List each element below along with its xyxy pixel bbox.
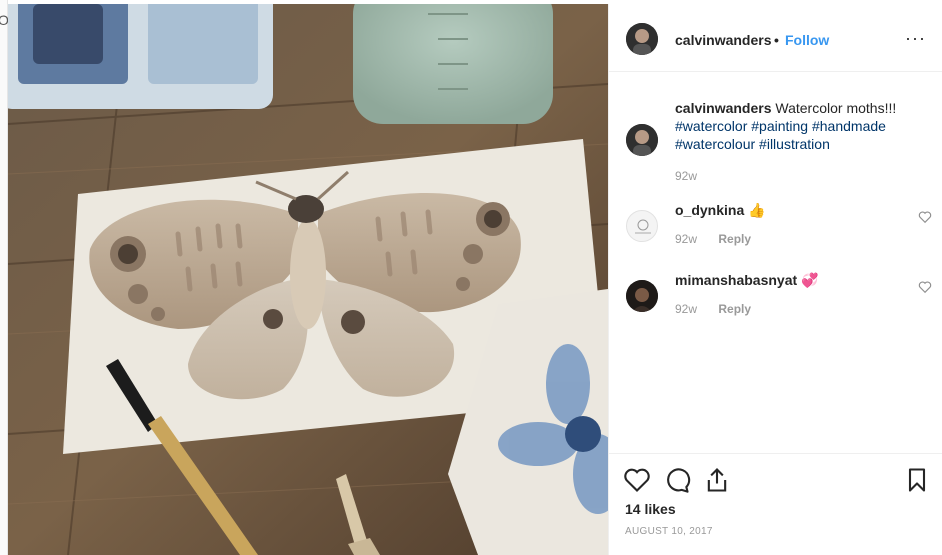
hashtag-link[interactable]: #handmade <box>812 118 886 134</box>
thumbs-up-emoji: 👍 <box>748 202 766 218</box>
post-date[interactable]: AUGUST 10, 2017 <box>625 526 713 537</box>
watercolor-moth-photo <box>8 4 608 555</box>
post-actions: 14 likes AUGUST 10, 2017 <box>609 453 942 555</box>
hashtag-link[interactable]: #illustration <box>759 136 830 152</box>
comment-timestamp[interactable]: 92w <box>675 232 697 246</box>
caption-text-block: calvinwanders Watercolor moths!!! #water… <box>675 99 925 153</box>
comment-icon[interactable] <box>663 466 691 494</box>
hashtag-link[interactable]: #watercolor <box>675 118 747 134</box>
app-window: Ol <box>0 0 942 555</box>
comment-item: mimanshabasnyat 💞 92w Reply <box>609 272 942 322</box>
commenter-avatar[interactable] <box>626 210 658 242</box>
comment-heart-icon[interactable] <box>918 280 932 294</box>
commenter-username[interactable]: mimanshabasnyat <box>675 272 797 288</box>
caption-text: Watercolor moths!!! <box>775 100 897 116</box>
comment-meta: 92w Reply <box>675 232 751 246</box>
author-avatar[interactable] <box>626 23 658 55</box>
comment-heart-icon[interactable] <box>918 210 932 224</box>
caption-author-avatar[interactable] <box>626 124 658 156</box>
hearts-emoji: 💞 <box>801 272 819 288</box>
comment-meta: 92w Reply <box>675 302 751 316</box>
reply-button[interactable]: Reply <box>718 232 751 246</box>
comment-username-line: o_dynkina 👍 <box>675 202 766 219</box>
commenter-username[interactable]: o_dynkina <box>675 202 744 218</box>
comment-item: o_dynkina 👍 92w Reply <box>609 202 942 252</box>
post-header: calvinwanders • Follow ··· <box>609 4 942 72</box>
header-separator: • <box>774 32 779 48</box>
hashtag-link[interactable]: #painting <box>751 118 808 134</box>
commenter-avatar[interactable] <box>626 280 658 312</box>
heart-icon[interactable] <box>623 466 651 494</box>
more-options-icon[interactable]: ··· <box>905 28 926 49</box>
follow-button[interactable]: Follow <box>785 32 829 48</box>
bookmark-icon[interactable] <box>903 466 931 494</box>
post-photo[interactable] <box>8 4 608 555</box>
author-username[interactable]: calvinwanders <box>675 32 772 48</box>
share-icon[interactable] <box>703 466 731 494</box>
comment-timestamp[interactable]: 92w <box>675 302 697 316</box>
reply-button[interactable]: Reply <box>718 302 751 316</box>
comment-username-line: mimanshabasnyat 💞 <box>675 272 819 289</box>
hashtag-link[interactable]: #watercolour <box>675 136 755 152</box>
post-details-panel: calvinwanders • Follow ··· calvinwanders… <box>608 4 942 555</box>
left-edge-strip: Ol <box>0 0 12 555</box>
caption-username[interactable]: calvinwanders <box>675 100 772 116</box>
caption-timestamp[interactable]: 92w <box>675 169 697 183</box>
likes-count[interactable]: 14 likes <box>625 501 676 517</box>
